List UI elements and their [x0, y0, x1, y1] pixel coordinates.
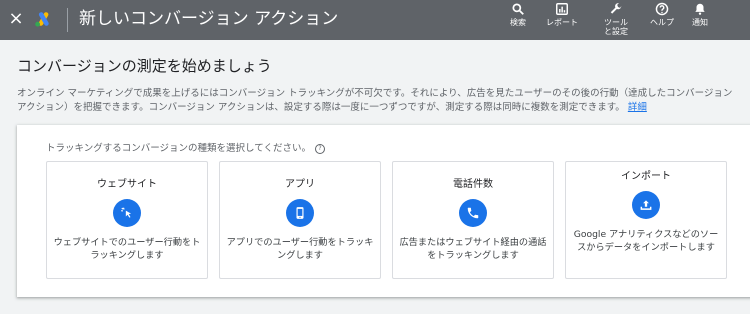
- help-button[interactable]: ヘルプ: [647, 2, 677, 27]
- reports-button[interactable]: レポート: [540, 2, 584, 27]
- reports-label: レポート: [546, 18, 578, 27]
- google-ads-logo-icon: [35, 12, 49, 27]
- card-phone-calls-title: 電話件数: [453, 179, 493, 190]
- card-phone-calls-desc: 広告またはウェブサイト経由の通話をトラッキングします: [399, 237, 547, 261]
- bell-icon: [695, 3, 705, 15]
- section-heading: コンバージョンの測定を始めましょう: [17, 57, 272, 75]
- card-app-desc: アプリでのユーザー行動をトラッキングします: [226, 237, 374, 261]
- search-icon: [512, 3, 524, 15]
- help-label: ヘルプ: [650, 18, 674, 27]
- card-website[interactable]: ウェブサイト ウェブサイトでのユーザー行動をトラッキングします: [46, 161, 208, 279]
- close-button[interactable]: ×: [6, 9, 26, 29]
- tools-settings-label: ツールと設定: [604, 18, 628, 36]
- phone-icon: [459, 199, 487, 227]
- selection-prompt: トラッキングするコンバージョンの種類を選択してください。?: [46, 143, 325, 155]
- card-app-title: アプリ: [285, 179, 315, 190]
- notifications-label: 通知: [692, 18, 708, 27]
- tools-settings-button[interactable]: ツールと設定: [594, 2, 638, 36]
- description-line-2: アクション）を把握できます。コンバージョン アクションは、設定する際は一度に一つ…: [17, 101, 750, 115]
- card-import-desc: Google アナリティクスなどのソースからデータをインポートします: [573, 229, 719, 253]
- search-label: 検索: [510, 18, 526, 27]
- reports-icon: [556, 3, 568, 15]
- card-website-title: ウェブサイト: [97, 179, 157, 190]
- selection-prompt-text: トラッキングするコンバージョンの種類を選択してください。: [46, 143, 311, 154]
- card-website-desc: ウェブサイトでのユーザー行動をトラッキングします: [53, 237, 201, 261]
- details-link[interactable]: 詳細: [628, 102, 647, 113]
- help-tooltip-icon[interactable]: ?: [314, 143, 325, 154]
- description-line-2-text: アクション）を把握できます。コンバージョン アクションは、設定する際は一度に一つ…: [17, 102, 625, 113]
- close-icon: ×: [8, 8, 24, 29]
- description-line-1: オンライン マーケティングで成果を上げるにはコンバージョン トラッキングが不可欠…: [17, 88, 733, 99]
- top-app-bar: × 新しいコンバージョン アクション 検索 レポート ツールと設定 ヘルプ 通知: [0, 0, 750, 40]
- wrench-icon: [610, 3, 622, 14]
- conversion-type-panel: トラッキングするコンバージョンの種類を選択してください。? ウェブサイト ウェブ…: [17, 125, 750, 297]
- cursor-click-icon: [113, 199, 141, 227]
- card-app[interactable]: アプリ アプリでのユーザー行動をトラッキングします: [219, 161, 381, 279]
- upload-icon: [632, 191, 660, 219]
- header-divider: [67, 8, 68, 32]
- card-phone-calls[interactable]: 電話件数 広告またはウェブサイト経由の通話をトラッキングします: [392, 161, 554, 279]
- card-import[interactable]: インポート Google アナリティクスなどのソースからデータをインポートします: [565, 161, 727, 279]
- notifications-button[interactable]: 通知: [687, 2, 713, 27]
- search-button[interactable]: 検索: [505, 2, 531, 27]
- intro-description: オンライン マーケティングで成果を上げるにはコンバージョン トラッキングが不可欠…: [17, 87, 750, 115]
- card-import-title: インポート: [621, 171, 671, 182]
- page-title: 新しいコンバージョン アクション: [79, 9, 339, 29]
- smartphone-icon: [286, 199, 314, 227]
- help-icon: [655, 2, 669, 16]
